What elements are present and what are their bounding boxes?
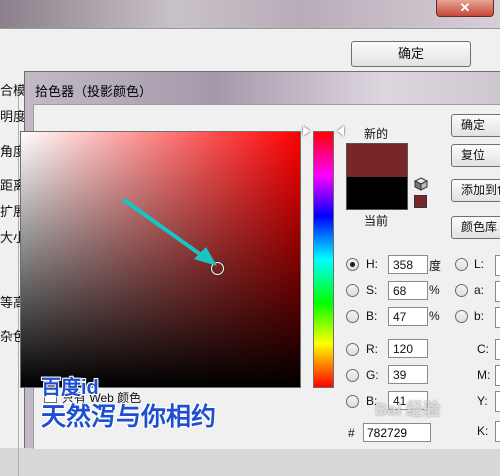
cyan-label: C: [477,342,489,356]
current-color-label: 当前 [364,214,389,228]
radio-lab-b[interactable] [455,310,468,323]
radio-lightness[interactable] [455,258,468,271]
brightness-label: B: [366,309,378,323]
radio-brightness[interactable] [346,310,359,323]
pointer-arrow-icon [122,198,217,266]
hex-input[interactable] [363,423,431,442]
close-icon: ✕ [459,0,471,15]
add-to-swatches-button[interactable]: 添加到色板 [451,179,500,202]
radio-lab-a[interactable] [455,284,468,297]
magenta-input[interactable] [495,365,500,386]
lab-a-input[interactable] [495,281,500,302]
new-color-label: 新的 [364,127,389,141]
saturation-input[interactable]: 68 [388,281,428,300]
watermark-line2: 天然泻与你相约 [41,403,217,431]
baidu-jingyan-logo: Bai 经验 [375,400,441,419]
lab-l-input[interactable] [495,255,500,276]
close-button[interactable]: ✕ [436,0,494,17]
black-input[interactable] [495,421,500,442]
layer-style-ok-button[interactable]: 确定 [351,41,471,67]
cube-icon[interactable] [414,177,428,191]
green-input[interactable]: 39 [388,365,428,384]
yellow-input[interactable] [495,391,500,412]
watermark-line1: 百度id [41,377,99,399]
lab-a-label: a: [474,283,485,297]
saturation-unit: % [429,283,440,297]
lab-b-input[interactable] [495,307,500,328]
new-color-swatch [346,143,408,178]
picker-reset-button[interactable]: 复位 [451,144,500,167]
yellow-label: Y: [477,394,488,408]
hue-unit: 度 [429,259,442,273]
color-libraries-button[interactable]: 颜色库 [451,216,500,239]
web-safe-swatch[interactable] [414,195,427,208]
radio-saturation[interactable] [346,284,359,297]
radio-hue[interactable] [346,258,359,271]
hue-input[interactable]: 358 [388,255,428,274]
cyan-input[interactable] [495,339,500,360]
red-input[interactable]: 120 [388,339,428,358]
hue-slider[interactable] [313,131,334,388]
hue-label: H: [366,257,378,271]
lab-l-label: L: [474,257,485,271]
hex-label: # [348,426,355,440]
radio-blue[interactable] [346,395,359,408]
lab-b-label: b: [474,309,485,323]
hue-slider-handle-left[interactable] [303,126,310,136]
saturation-label: S: [366,283,378,297]
picker-ok-button[interactable]: 确定 [451,114,500,137]
black-label: K: [477,424,489,438]
current-color-swatch[interactable] [346,177,408,210]
brightness-input[interactable]: 47 [388,307,428,326]
green-label: G: [366,368,379,382]
brightness-unit: % [429,309,440,323]
magenta-label: M: [477,368,491,382]
dialog-title: 拾色器（投影颜色） [35,84,153,99]
radio-red[interactable] [346,343,359,356]
hue-slider-handle-right[interactable] [337,126,344,136]
radio-green[interactable] [346,369,359,382]
red-label: R: [366,342,378,356]
